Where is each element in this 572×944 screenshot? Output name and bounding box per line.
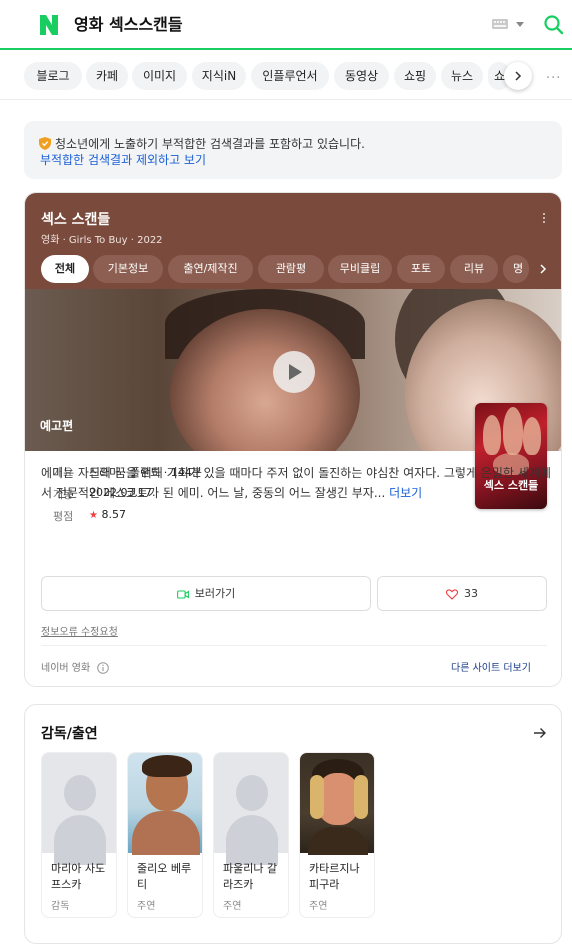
trailer-label: 예고편 (40, 419, 74, 433)
photo-hair (310, 775, 324, 819)
info-rating: ★ 8.57 (89, 508, 126, 521)
chevron-right-icon (515, 71, 522, 81)
movie-title[interactable]: 섹스 스캔들 (41, 209, 110, 229)
star-icon: ★ (89, 510, 98, 521)
person-silhouette (64, 775, 96, 811)
person-photo-placeholder (42, 753, 116, 865)
tab-kin[interactable]: 지식iN (192, 62, 246, 90)
tab-blog[interactable]: 블로그 (24, 62, 82, 90)
report-error-link[interactable]: 정보오류 수정요청 (41, 623, 118, 638)
subtab-photo[interactable]: 포토 (397, 255, 445, 283)
poster-figure (503, 407, 523, 455)
person-name: 파울리나 갈라즈카 (223, 862, 278, 891)
photo-body (308, 827, 368, 855)
cast-person[interactable]: 줄리오 베루티 주연 (127, 752, 203, 918)
synopsis-more-link[interactable]: 더보기 (389, 486, 422, 500)
shield-icon (39, 137, 51, 150)
subtab-partial[interactable]: 명 (503, 255, 529, 283)
tab-image[interactable]: 이미지 (132, 62, 187, 90)
adult-content-notice: 청소년에게 노출하기 부적합한 검색결과를 포함하고 있습니다. 부적합한 검색… (24, 121, 562, 179)
tab-influencer[interactable]: 인플루언서 (251, 62, 329, 90)
cast-person[interactable]: 마리아 사도프스카 감독 (41, 752, 117, 918)
cast-card: 감독/출연 마리아 사도프스카 감독 줄리오 베루티 주연 파울리나 갈라즈카 … (24, 704, 562, 944)
naver-logo-icon[interactable] (38, 14, 60, 36)
arrow-right-icon[interactable] (533, 727, 547, 739)
synopsis-text: 에미는 자신의 꿈을 위해 기회가 있을 때마다 주저 없이 돌진하는 야심찬 … (41, 466, 551, 500)
person-role: 감독 (51, 901, 70, 912)
cast-person[interactable]: 카타르지나 피구라 주연 (299, 752, 375, 918)
person-silhouette (226, 815, 278, 865)
movie-header: 섹스 스캔들 영화 · Girls To Buy · 2022 전체 기본정보 … (25, 193, 561, 291)
poster-figure (523, 417, 541, 455)
photo-body (132, 811, 200, 855)
keyboard-icon[interactable] (492, 19, 508, 29)
search-header: 영화 섹스스캔들 (0, 0, 572, 50)
watch-label: 보러가기 (194, 587, 236, 600)
like-count: 33 (464, 587, 478, 600)
person-name: 마리아 사도프스카 (51, 862, 106, 891)
person-photo (300, 753, 374, 855)
chevron-right-icon[interactable] (537, 263, 549, 275)
person-name: 카타르지나 피구라 (309, 862, 360, 891)
tabs-next-button[interactable] (504, 62, 532, 90)
tab-video[interactable]: 동영상 (334, 62, 389, 90)
rating-value: 8.57 (101, 508, 126, 521)
cast-person[interactable]: 파울리나 갈라즈카 주연 (213, 752, 289, 918)
person-silhouette (236, 775, 268, 811)
more-options-icon[interactable] (543, 213, 546, 225)
person-role: 주연 (137, 901, 156, 912)
divider (41, 645, 547, 646)
search-tabs: 블로그 카페 이미지 지식iN 인플루언서 동영상 쇼핑 뉴스 쇼 (0, 52, 572, 100)
search-query[interactable]: 영화 섹스스캔들 (74, 14, 183, 36)
subtab-cast-crew[interactable]: 출연/제작진 (168, 255, 253, 283)
chevron-down-icon[interactable] (516, 22, 524, 27)
heart-icon (446, 588, 458, 600)
person-role: 주연 (223, 901, 242, 912)
source-label: 네이버 영화 (41, 659, 110, 674)
photo-hair (354, 775, 368, 819)
tab-cafe[interactable]: 카페 (86, 62, 128, 90)
poster-figure (483, 415, 501, 455)
person-name: 줄리오 베루티 (137, 862, 192, 891)
subtab-basic-info[interactable]: 기본정보 (93, 255, 163, 283)
subtab-all[interactable]: 전체 (41, 255, 89, 283)
tab-shopping[interactable]: 쇼핑 (394, 62, 436, 90)
info-icon[interactable] (97, 662, 110, 674)
subtab-reviews-rating[interactable]: 관람평 (258, 255, 324, 283)
notice-text: 청소년에게 노출하기 부적합한 검색결과를 포함하고 있습니다. (55, 137, 365, 151)
movie-meta: 영화 · Girls To Buy · 2022 (41, 235, 163, 246)
person-role: 주연 (309, 901, 328, 912)
play-icon (289, 364, 302, 380)
cast-section-title[interactable]: 감독/출연 (41, 723, 98, 743)
person-photo-placeholder (214, 753, 288, 865)
synopsis: 에미는 자신의 꿈을 위해 기회가 있을 때마다 주저 없이 돌진하는 야심찬 … (41, 463, 551, 503)
source-text: 네이버 영화 (41, 663, 91, 674)
play-button[interactable] (273, 351, 315, 393)
photo-hair (142, 755, 192, 777)
more-tabs-icon[interactable]: ··· (546, 71, 561, 86)
video-camera-icon (176, 589, 189, 599)
watch-button[interactable]: 보러가기 (41, 576, 371, 611)
person-silhouette (54, 815, 106, 865)
subtab-review[interactable]: 리뷰 (450, 255, 498, 283)
other-sites-link[interactable]: 다른 사이트 더보기 (451, 659, 531, 674)
tab-news[interactable]: 뉴스 (441, 62, 483, 90)
person-photo (128, 753, 202, 855)
info-key-rating: 평점 (53, 510, 74, 523)
movie-card: 섹스 스캔들 영화 · Girls To Buy · 2022 전체 기본정보 … (24, 192, 562, 687)
like-button[interactable]: 33 (377, 576, 547, 611)
search-icon[interactable] (543, 14, 564, 35)
subtab-movie-clip[interactable]: 무비클립 (328, 255, 392, 283)
exclude-unsuitable-link[interactable]: 부적합한 검색결과 제외하고 보기 (40, 151, 206, 168)
